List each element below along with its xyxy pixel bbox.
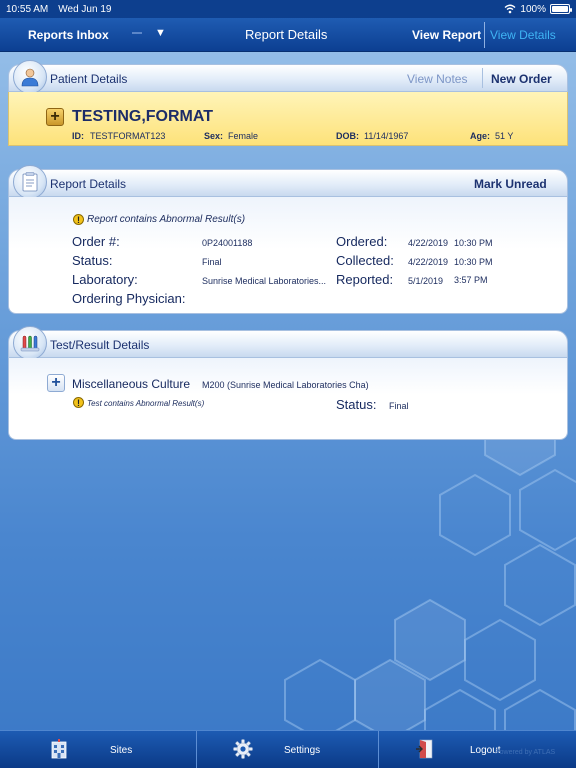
warning-icon: ! [73, 397, 84, 408]
reported-time: 3:57 PM [454, 275, 488, 285]
logout-button[interactable]: Logout Powered by ATLAS [379, 731, 576, 768]
patient-dob: 11/14/1967 [364, 131, 409, 141]
test-results-header: Test/Result Details [8, 326, 568, 360]
reported-label: Reported: [336, 272, 394, 287]
patient-details-title: Patient Details [50, 72, 128, 86]
status-time: 10:55 AM [6, 3, 49, 15]
patient-sex: Female [228, 131, 259, 141]
expand-patient-icon[interactable]: + [46, 108, 64, 126]
patient-age-label: Age: [470, 131, 490, 141]
view-report-button[interactable]: View Report [412, 28, 481, 42]
patient-details-header: Patient Details View Notes New Order [8, 60, 568, 94]
status-date: Wed Jun 19 [58, 3, 112, 15]
patient-id-label: ID: [72, 131, 84, 141]
logout-door-icon [416, 739, 433, 759]
patient-sex-label: Sex: [204, 131, 224, 141]
status-label: Status: [72, 253, 113, 268]
laboratory-name: Sunrise Medical Laboratories... [202, 276, 327, 286]
report-details-body: ! Report contains Abnormal Result(s) Ord… [8, 197, 568, 314]
view-notes-button[interactable]: View Notes [407, 72, 467, 86]
test-abnormal-notice: Test contains Abnormal Result(s) [87, 399, 205, 408]
order-number: 0P24001188 [202, 238, 253, 248]
patient-details-panel: Patient Details View Notes New Order + T… [8, 60, 568, 146]
patient-id: TESTFORMAT123 [90, 131, 166, 141]
collected-time: 10:30 PM [454, 257, 493, 267]
ordered-label: Ordered: [336, 234, 388, 249]
collected-label: Collected: [336, 253, 394, 268]
warning-icon: ! [73, 214, 84, 225]
patient-icon [13, 60, 47, 94]
ordering-physician-label: Ordering Physician: [72, 291, 186, 306]
gear-icon [233, 739, 253, 759]
test-results-panel: Test/Result Details + Miscellaneous Cult… [8, 326, 568, 440]
patient-age: 51 Y [495, 131, 514, 141]
patient-header-divider [482, 68, 483, 88]
test-results-title: Test/Result Details [50, 338, 150, 352]
order-label: Order #: [72, 234, 120, 249]
patient-name: TESTING,FORMAT [72, 108, 214, 125]
settings-button[interactable]: Settings [197, 731, 378, 768]
navigation-bar: Reports Inbox ▼ Report Details View Repo… [0, 18, 576, 52]
ordered-date: 4/22/2019 [408, 238, 449, 248]
report-abnormal-notice: Report contains Abnormal Result(s) [87, 214, 246, 225]
mark-unread-button[interactable]: Mark Unread [474, 177, 547, 191]
wifi-icon [504, 4, 516, 14]
hospital-building-icon [51, 739, 67, 759]
test-code: M200 (Sunrise Medical Laboratories Cha) [202, 380, 369, 390]
reports-inbox-button[interactable]: Reports Inbox [28, 28, 109, 42]
inbox-separator [132, 32, 142, 34]
view-details-button[interactable]: View Details [490, 28, 556, 42]
bottom-toolbar: Sites Settings Logout Powered by ATLAS [0, 730, 576, 768]
report-details-header: Report Details Mark Unread [8, 165, 568, 199]
report-icon [13, 165, 47, 199]
sites-button[interactable]: Sites [0, 731, 196, 768]
battery-icon [550, 4, 572, 14]
report-status: Final [202, 257, 222, 267]
new-order-button[interactable]: New Order [491, 72, 552, 86]
patient-dob-label: DOB: [336, 131, 359, 141]
test-name: Miscellaneous Culture [72, 377, 191, 391]
reported-date: 5/1/2019 [408, 276, 444, 286]
test-results-body: + Miscellaneous Culture M200 (Sunrise Me… [8, 358, 568, 440]
sites-label: Sites [110, 745, 133, 756]
nav-divider [484, 22, 485, 48]
chevron-down-icon[interactable]: ▼ [155, 27, 166, 39]
ordered-time: 10:30 PM [454, 238, 493, 248]
status-right: 100% [504, 3, 572, 15]
expand-test-icon[interactable]: + [47, 374, 65, 392]
test-status: Final [389, 401, 409, 411]
patient-band: + TESTING,FORMAT ID: TESTFORMAT123 Sex: … [8, 92, 568, 146]
collected-date: 4/22/2019 [408, 257, 449, 267]
page-title: Report Details [245, 27, 328, 42]
report-details-title: Report Details [50, 177, 127, 191]
powered-by-watermark: Powered by ATLAS [495, 749, 556, 756]
status-bar: 10:55 AM Wed Jun 19 100% [0, 0, 576, 18]
laboratory-label: Laboratory: [72, 272, 138, 287]
report-details-panel: Report Details Mark Unread ! Report cont… [8, 165, 568, 314]
settings-label: Settings [284, 745, 321, 756]
test-status-label: Status: [336, 397, 377, 412]
battery-percent: 100% [520, 3, 546, 15]
test-tubes-icon [13, 326, 47, 360]
